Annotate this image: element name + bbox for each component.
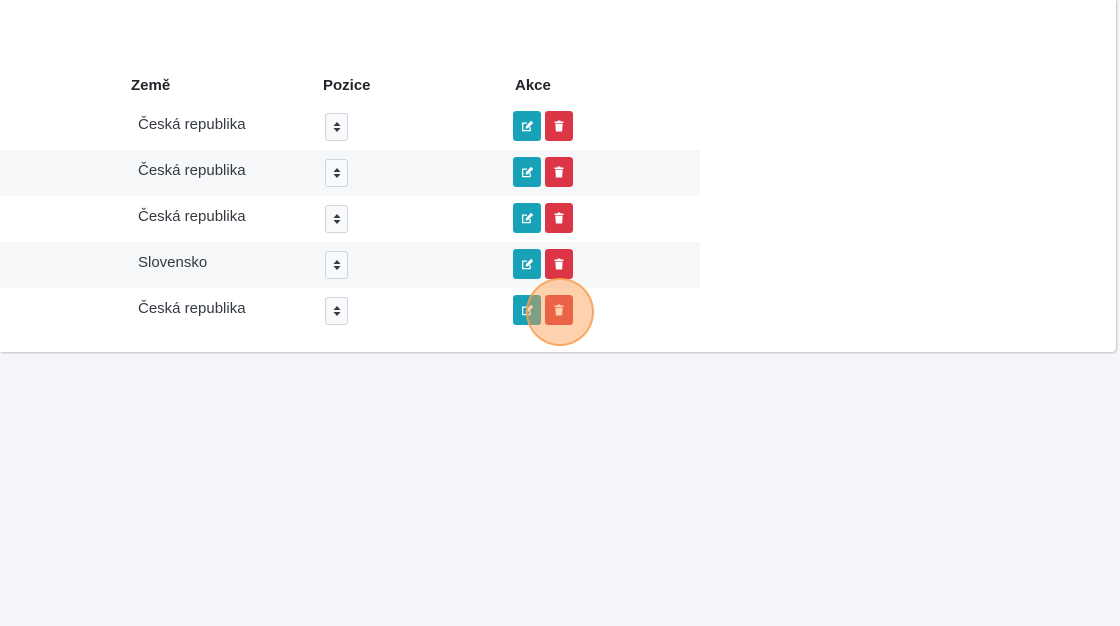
column-header-actions: Akce: [515, 77, 551, 94]
trash-icon: [554, 258, 564, 270]
content-card: Země Pozice Akce Česká republika Česká r…: [0, 0, 1116, 352]
sort-icon: [333, 214, 340, 224]
sort-icon: [333, 260, 340, 270]
column-header-country[interactable]: Země: [131, 77, 170, 94]
edit-icon: [521, 120, 533, 132]
sort-icon: [333, 168, 340, 178]
country-cell: Česká republika: [138, 208, 246, 225]
edit-icon: [521, 166, 533, 178]
table-row: Slovensko: [0, 242, 700, 288]
delete-button[interactable]: [545, 295, 573, 325]
sort-icon: [333, 306, 340, 316]
edit-button[interactable]: [513, 111, 541, 141]
edit-icon: [521, 304, 533, 316]
trash-icon: [554, 304, 564, 316]
edit-icon: [521, 212, 533, 224]
countries-table: Země Pozice Akce Česká republika Česká r…: [0, 66, 700, 334]
edit-button[interactable]: [513, 295, 541, 325]
delete-button[interactable]: [545, 157, 573, 187]
position-select[interactable]: [325, 205, 348, 233]
country-cell: Česká republika: [138, 162, 246, 179]
trash-icon: [554, 166, 564, 178]
column-header-position[interactable]: Pozice: [323, 77, 371, 94]
edit-button[interactable]: [513, 203, 541, 233]
position-select[interactable]: [325, 251, 348, 279]
table-header: Země Pozice Akce: [0, 66, 700, 104]
delete-button[interactable]: [545, 111, 573, 141]
country-cell: Česká republika: [138, 116, 246, 133]
position-select[interactable]: [325, 297, 348, 325]
sort-icon: [333, 122, 340, 132]
edit-button[interactable]: [513, 157, 541, 187]
edit-icon: [521, 258, 533, 270]
table-row: Česká republika: [0, 150, 700, 196]
edit-button[interactable]: [513, 249, 541, 279]
table-row: Česká republika: [0, 196, 700, 242]
country-cell: Česká republika: [138, 300, 246, 317]
position-select[interactable]: [325, 113, 348, 141]
trash-icon: [554, 120, 564, 132]
delete-button[interactable]: [545, 249, 573, 279]
table-row: Česká republika: [0, 104, 700, 150]
country-cell: Slovensko: [138, 254, 208, 271]
position-select[interactable]: [325, 159, 348, 187]
table-row: Česká republika: [0, 288, 700, 334]
trash-icon: [554, 212, 564, 224]
delete-button[interactable]: [545, 203, 573, 233]
